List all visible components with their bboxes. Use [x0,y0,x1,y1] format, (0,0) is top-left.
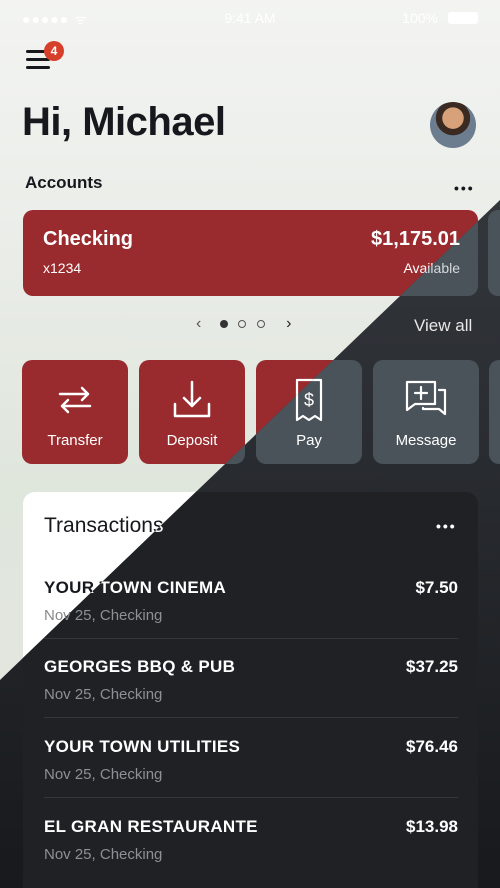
row-divider [44,717,458,718]
transactions-more-icon[interactable]: ••• [436,518,457,534]
transaction-meta: Nov 25, Checking [44,846,163,863]
transaction-row[interactable]: GEORGES BBQ & PUB Nov 25, Checking $37.2… [44,657,458,733]
transaction-meta: Nov 25, Checking [44,766,163,783]
transaction-row[interactable]: YOUR TOWN CINEMA Nov 25, Checking $7.50 [44,578,458,654]
transaction-amount: $13.98 [406,817,458,836]
transaction-merchant: EL GRAN RESTAURANTE [44,817,258,836]
next-account-card-dark[interactable] [488,210,500,296]
deposit-icon [173,380,211,418]
transaction-meta: Nov 25, Checking [44,686,163,703]
account-balance: $1,175.01 [371,228,460,250]
more-actions-peek-dark[interactable] [489,360,500,464]
chevron-right-icon[interactable]: › [286,315,291,332]
battery-percent: 100% [402,10,438,26]
transfer-icon [58,386,92,414]
page-dot [238,319,247,328]
deposit-label: Deposit [166,432,218,449]
accounts-more-icon[interactable]: ••• [454,180,475,196]
transaction-row[interactable]: YOUR TOWN UTILITIES Nov 25, Checking $76… [44,737,458,813]
row-divider [44,638,458,639]
account-pager[interactable]: ‹ › [196,315,291,333]
profile-avatar[interactable] [430,102,476,148]
checking-account-card[interactable]: Checking x1234 $1,175.01 Available [23,210,478,296]
battery-icon [448,12,478,24]
transaction-merchant: YOUR TOWN UTILITIES [44,737,241,756]
notification-badge: 4 [44,41,64,61]
accounts-label: Accounts [25,173,103,192]
transaction-amount: $37.25 [406,657,458,676]
deposit-button[interactable]: Deposit [139,360,245,464]
chevron-left-icon[interactable]: ‹ [196,315,201,332]
transaction-amount: $76.46 [406,737,458,756]
account-number: x1234 [43,260,82,276]
transactions-title: Transactions [44,514,164,537]
page-dot-active [219,319,228,328]
message-icon [405,380,447,416]
view-all-link-dark[interactable]: View all [414,316,472,336]
transaction-merchant: GEORGES BBQ & PUB [44,657,236,676]
transfer-label: Transfer [47,432,103,449]
page-dot [256,319,265,328]
transaction-amount: $7.50 [415,578,458,597]
row-divider [44,797,458,798]
greeting-title: Hi, Michael [22,100,226,144]
svg-text:$: $ [304,390,314,410]
message-button-dark[interactable]: Message [373,360,479,464]
status-bar: ●●●●● ᯤ 9:41 AM 100% [0,8,500,28]
account-name: Checking [43,228,134,250]
pay-label: Pay [296,432,322,449]
transaction-row[interactable]: EL GRAN RESTAURANTE Nov 25, Checking $13… [44,817,458,888]
transfer-button[interactable]: Transfer [22,360,128,464]
message-label: Message [395,432,457,449]
